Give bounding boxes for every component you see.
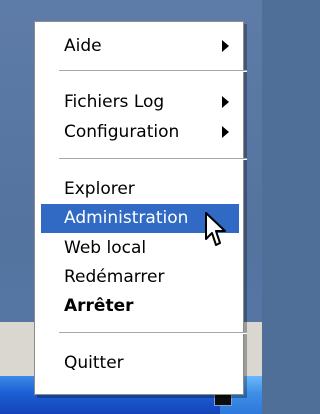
chevron-right-icon (222, 40, 229, 52)
menu-item-administration[interactable]: Administration (41, 204, 239, 233)
menu-item-label: Explorer (64, 179, 135, 199)
menu-item-quitter[interactable]: Quitter (41, 349, 239, 378)
menu-separator (59, 158, 247, 160)
menu-item-label: Fichiers Log (64, 92, 165, 112)
context-menu: Aide Fichiers Log Configuration Explorer… (34, 21, 247, 395)
chevron-right-icon (222, 96, 229, 108)
menu-item-label: Administration (64, 208, 189, 228)
menu-item-configuration[interactable]: Configuration (41, 118, 239, 147)
menu-item-arreter[interactable]: Arrêter (41, 292, 239, 321)
menu-separator (59, 70, 247, 72)
menu-item-aide[interactable]: Aide (41, 32, 239, 61)
menu-item-label: Redémarrer (64, 267, 165, 287)
menu-item-web-local[interactable]: Web local (41, 234, 239, 263)
menu-item-label: Quitter (64, 353, 124, 373)
menu-item-label: Web local (64, 238, 147, 258)
chevron-right-icon (222, 126, 229, 138)
menu-item-redemarrer[interactable]: Redémarrer (41, 263, 239, 292)
menu-item-label: Arrêter (64, 296, 134, 316)
menu-item-label: Configuration (64, 122, 180, 142)
menu-item-label: Aide (64, 36, 102, 56)
menu-item-explorer[interactable]: Explorer (41, 175, 239, 204)
menu-item-fichiers-log[interactable]: Fichiers Log (41, 88, 239, 117)
menu-separator (59, 332, 247, 334)
